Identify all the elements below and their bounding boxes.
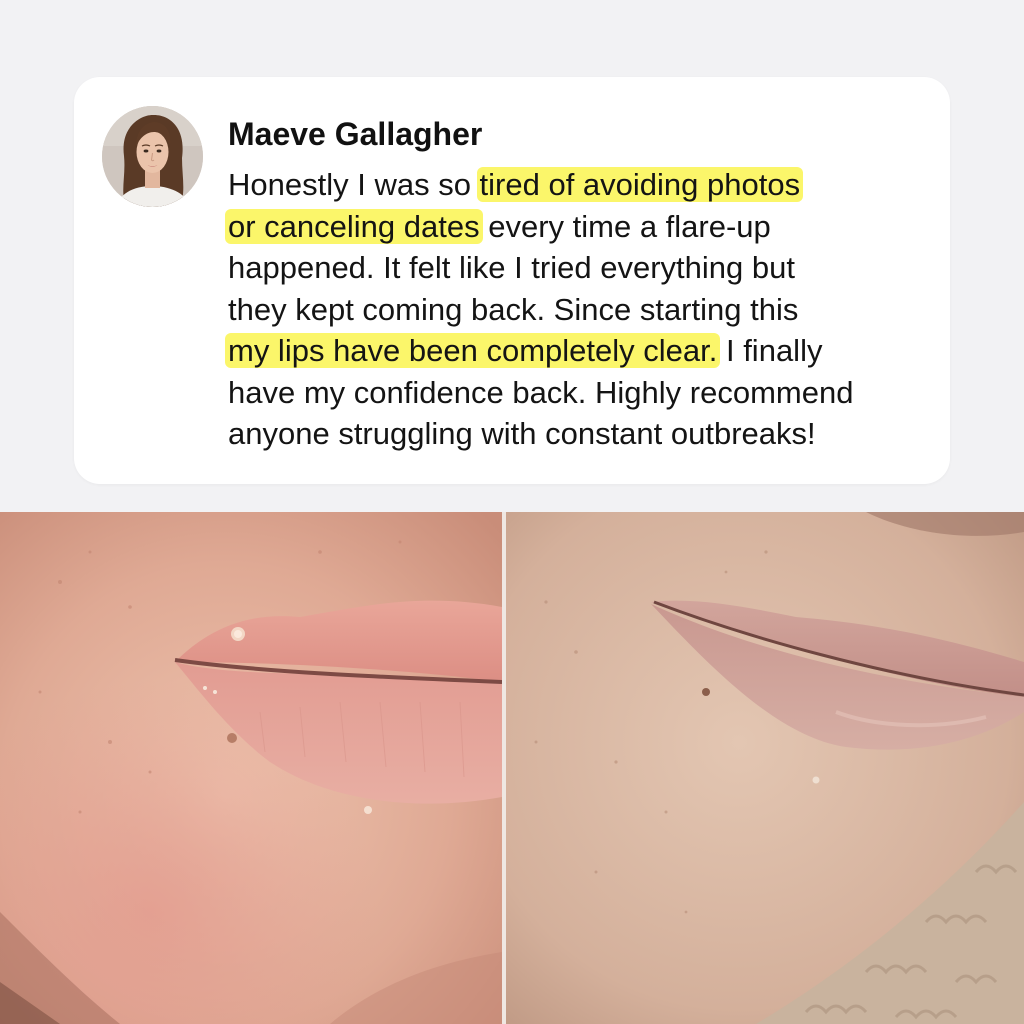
review-line: happened. It felt like I tried everythin… <box>228 247 928 289</box>
review-line: anyone struggling with constant outbreak… <box>228 413 928 455</box>
highlighted-text: tired of avoiding photos <box>476 167 804 202</box>
before-photo-image <box>0 512 502 1024</box>
review-line: have my confidence back. Highly recommen… <box>228 372 928 414</box>
before-photo <box>0 512 502 1024</box>
review-text-segment: Honestly I was so <box>228 167 480 202</box>
review-line: my lips have been completely clear. I fi… <box>225 330 928 372</box>
avatar <box>102 106 203 207</box>
highlighted-text: or canceling dates <box>225 208 483 244</box>
review-line: Honestly I was so tired of avoiding phot… <box>228 164 928 206</box>
review-text-segment: they kept coming back. Since starting th… <box>228 291 799 327</box>
review-text-segment: anyone struggling with constant outbreak… <box>228 416 816 451</box>
review-line: or canceling dates every time a flare-up <box>225 206 928 248</box>
review-line: they kept coming back. Since starting th… <box>228 289 928 331</box>
review-text-segment: have my confidence back. Highly recommen… <box>228 374 854 410</box>
review-author-name: Maeve Gallagher <box>228 116 483 152</box>
avatar-image <box>102 106 203 207</box>
review-text-segment: I finally <box>717 333 823 368</box>
highlighted-text: my lips have been completely clear. <box>225 333 721 368</box>
after-photo <box>506 512 1024 1024</box>
before-after-photos <box>0 512 1024 1024</box>
after-photo-image <box>506 512 1024 1024</box>
review-text-segment: every time a flare-up <box>479 208 771 244</box>
review-text: Honestly I was so tired of avoiding phot… <box>225 164 928 455</box>
review-text-segment: happened. It felt like I tried everythin… <box>228 250 795 285</box>
